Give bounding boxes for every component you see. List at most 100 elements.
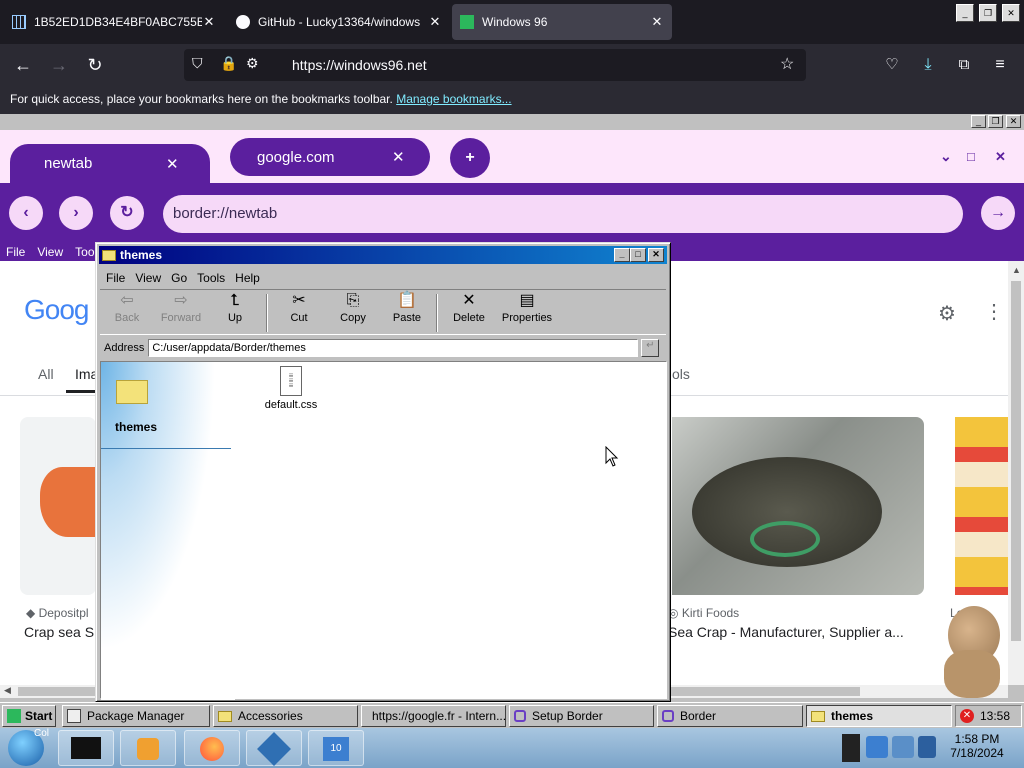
restore-button[interactable]: ❐	[979, 4, 997, 22]
back-icon[interactable]: ‹	[9, 196, 43, 230]
close-icon[interactable]: ✕	[202, 14, 216, 30]
go-button[interactable]: ↵	[641, 339, 660, 357]
task-internet[interactable]: https://google.fr - Intern...	[361, 705, 506, 727]
file-item[interactable]: ≡ ≡ ≡ default.css	[261, 366, 321, 411]
tray-volume-icon[interactable]	[918, 736, 936, 758]
task-setup-border[interactable]: Setup Border	[509, 705, 654, 727]
tray-network-icon[interactable]	[866, 736, 888, 758]
menu-help[interactable]: Help	[235, 271, 260, 285]
start-label: Start	[25, 709, 53, 723]
task-package-manager[interactable]: Package Manager	[62, 705, 210, 727]
image-thumb-comic[interactable]	[955, 417, 1008, 595]
apps-grid-icon[interactable]: ⋮⋮	[984, 299, 1008, 324]
close-icon[interactable]: ✕	[650, 14, 664, 30]
forward-icon[interactable]: ›	[59, 196, 93, 230]
new-tab-button[interactable]: +	[450, 138, 490, 178]
result-title[interactable]: Sea Crap - Manufacturer, Supplier a...	[668, 624, 904, 640]
maximize-button[interactable]: ❐	[988, 115, 1003, 128]
bookmark-star-icon[interactable]: ☆	[780, 54, 794, 74]
properties-button[interactable]: ▤ Properties	[496, 290, 558, 324]
copy-button[interactable]: ⎘ Copy	[326, 290, 380, 324]
border-tab-newtab[interactable]: newtab ✕	[10, 144, 210, 183]
minimize-button[interactable]: _	[971, 115, 986, 128]
lock-icon[interactable]: 🔒	[220, 55, 237, 72]
result-title[interactable]: Crap sea S	[24, 624, 94, 640]
tab-all[interactable]: All	[38, 366, 54, 382]
permissions-icon[interactable]: ⚙	[246, 55, 259, 72]
cut-button[interactable]: ✂ Cut	[272, 290, 326, 324]
up-folder-icon: ⮤	[230, 292, 240, 309]
start-button[interactable]: Start	[2, 705, 56, 727]
close-button[interactable]: ✕	[1006, 115, 1021, 128]
image-thumb-crab-2[interactable]	[672, 417, 924, 595]
taskbar-app-firefox[interactable]	[184, 730, 240, 766]
maximize-button[interactable]: □	[630, 248, 646, 262]
package-icon	[67, 709, 81, 723]
text-file-icon: ≡ ≡ ≡	[280, 366, 302, 396]
paste-button[interactable]: 📋 Paste	[380, 290, 434, 324]
firefox-tab-1[interactable]: 1B52ED1DB34E4BF0ABC755BEE ✕	[4, 4, 224, 40]
menu-file[interactable]: File	[106, 271, 125, 285]
explorer-title-bar[interactable]: themes _ □ ✕	[99, 246, 667, 264]
taskbar-app-media[interactable]	[120, 730, 176, 766]
maximize-icon[interactable]: □	[967, 149, 975, 164]
forward-icon[interactable]: →	[46, 52, 72, 78]
menu-file[interactable]: File	[6, 245, 25, 259]
scroll-up-icon[interactable]: ▲	[1012, 265, 1021, 275]
result-source: ◎ Kirti Foods	[668, 606, 740, 620]
error-icon[interactable]: ✕	[960, 709, 974, 723]
close-icon[interactable]: ✕	[995, 149, 1006, 165]
back-icon[interactable]: ←	[10, 52, 36, 78]
menu-view[interactable]: View	[37, 245, 63, 259]
menu-go[interactable]: Go	[171, 271, 187, 285]
delete-button[interactable]: ✕ Delete	[442, 290, 496, 324]
tray-overflow-icon[interactable]	[842, 734, 860, 762]
menu-tools[interactable]: Tools	[197, 271, 225, 285]
menu-icon[interactable]: ≡	[987, 52, 1013, 78]
go-icon[interactable]: →	[981, 196, 1015, 230]
image-thumb-crab-1[interactable]	[20, 417, 96, 595]
url-bar[interactable]: ⛉ 🔒 ⚙ https://windows96.net ☆	[184, 49, 806, 81]
hamster-mascot[interactable]	[940, 604, 1006, 700]
minimize-button[interactable]: _	[614, 248, 630, 262]
up-button[interactable]: ⮤ Up	[208, 290, 262, 324]
vertical-scrollbar[interactable]: ▲	[1008, 261, 1024, 685]
settings-gear-icon[interactable]: ⚙	[938, 301, 956, 326]
close-button[interactable]: ✕	[648, 248, 664, 262]
task-accessories[interactable]: Accessories	[213, 705, 358, 727]
grid-icon	[12, 15, 26, 29]
taskbar-app-win10[interactable]: 10	[308, 730, 364, 766]
pocket-icon[interactable]: ♡	[879, 52, 905, 78]
firefox-tab-3[interactable]: Windows 96 ✕	[452, 4, 672, 40]
minimize-button[interactable]: _	[956, 4, 974, 22]
reload-icon[interactable]: ↻	[110, 196, 144, 230]
tab-tools[interactable]: ols	[672, 366, 690, 382]
url-text[interactable]: https://windows96.net	[292, 57, 427, 73]
minimize-icon[interactable]: ⌄	[940, 148, 952, 165]
task-themes[interactable]: themes	[806, 705, 952, 727]
address-input[interactable]: C:/user/appdata/Border/themes	[148, 339, 639, 357]
download-icon[interactable]: ⤓	[915, 52, 941, 78]
scroll-left-icon[interactable]: ◀	[4, 685, 11, 696]
border-tab-google[interactable]: google.com ✕	[230, 138, 430, 176]
close-icon[interactable]: ✕	[428, 14, 442, 30]
close-icon[interactable]: ✕	[166, 155, 179, 173]
taskbar-app-virtualbox[interactable]	[246, 730, 302, 766]
host-clock[interactable]: 1:58 PM 7/18/2024	[946, 732, 1008, 760]
task-border[interactable]: Border	[657, 705, 803, 727]
taskbar-app-terminal[interactable]	[58, 730, 114, 766]
scroll-thumb[interactable]	[1011, 281, 1021, 641]
extensions-icon[interactable]: ⧉	[951, 52, 977, 78]
border-address-input[interactable]: border://newtab	[163, 195, 963, 233]
shield-icon[interactable]: ⛉	[192, 55, 203, 72]
corner-text: Col	[34, 728, 50, 739]
menu-view[interactable]: View	[135, 271, 161, 285]
firefox-tab-2[interactable]: GitHub - Lucky13364/windows ✕	[228, 4, 450, 40]
tray-display-icon[interactable]	[892, 736, 914, 758]
reload-icon[interactable]: ↻	[82, 52, 108, 78]
manage-bookmarks-link[interactable]: Manage bookmarks...	[396, 92, 511, 106]
close-window-button[interactable]: ✕	[1002, 4, 1020, 22]
forward-button[interactable]: ⇨ Forward	[154, 290, 208, 324]
close-icon[interactable]: ✕	[392, 148, 405, 166]
back-button[interactable]: ⇦ Back	[100, 290, 154, 324]
